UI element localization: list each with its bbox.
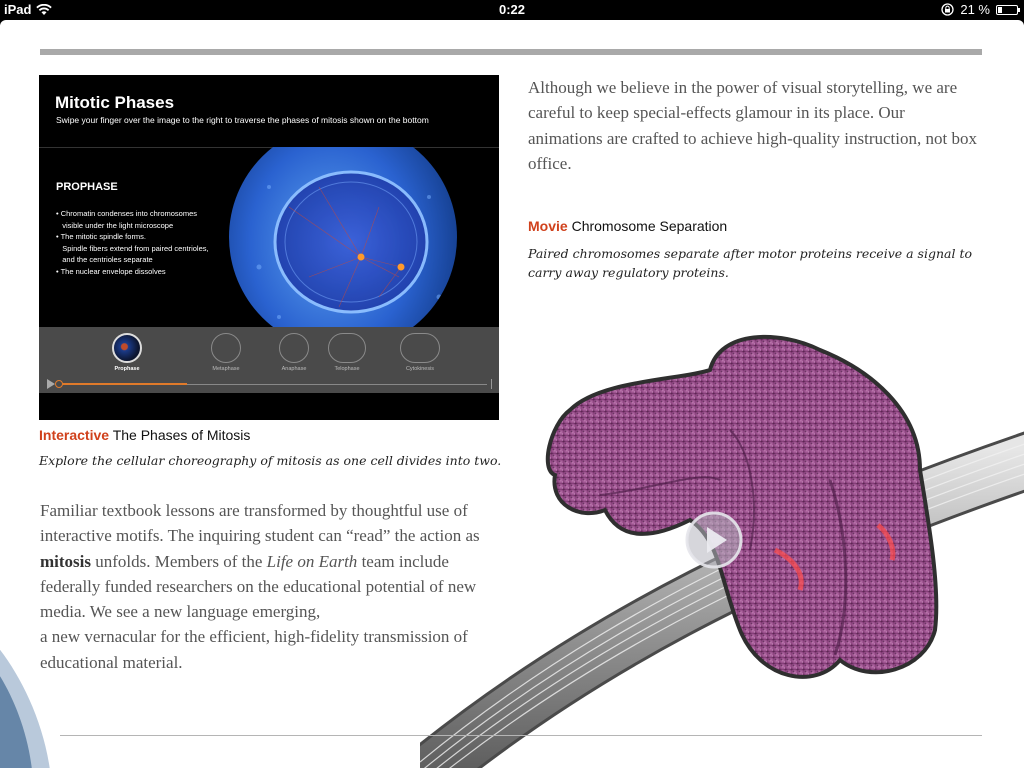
clock: 0:22 [498,2,526,17]
phase-tab-label: Metaphase [212,366,240,372]
play-icon[interactable] [47,379,55,389]
current-phase-name: PROPHASE [56,181,118,193]
text-run: a new vernacular for the efficient, high… [40,627,468,672]
metaphase-icon [211,333,241,363]
battery-icon [996,4,1020,15]
scrub-progress [59,383,187,385]
rotation-lock-icon [941,3,955,16]
caption-title: The Phases of Mitosis [112,427,251,443]
phase-point: visible under the light microscope [56,220,174,230]
phase-point: Spindle fibers extend from paired centri… [56,243,209,253]
phase-tab-anaphase[interactable]: Anaphase [269,333,319,372]
caption-keyword: Interactive [39,427,110,443]
scrub-handle[interactable] [55,380,63,388]
phase-point: • Chromatin condenses into chromosomes [56,209,198,218]
prophase-icon [112,333,142,363]
battery-percent: 21 % [960,2,990,17]
phase-tab-telophase[interactable]: Telophase [322,333,372,372]
italic-title: Life on Earth [266,551,358,571]
status-right: 21 % [941,2,1020,17]
phase-point: • The mitotic spindle forms. [56,232,147,241]
phase-description: • Chromatin condenses into chromosomes v… [56,208,209,277]
book-page[interactable]: Mitotic Phases Swipe your finger over th… [0,20,1024,768]
phase-point: and the centrioles separate [56,255,153,264]
movie-caption-heading: Movie Chromosome Separation [528,218,727,234]
text-run: unfolds. Members of the [91,551,267,571]
top-rule [40,49,982,55]
caption-keyword: Movie [528,218,568,234]
bottom-rule [60,735,982,736]
phase-tab-prophase[interactable]: Prophase [102,333,152,372]
widget-subtitle: Swipe your finger over the image to the … [56,115,429,125]
phase-tab-label: Anaphase [281,366,307,372]
battery-fill [998,6,1002,13]
anaphase-icon [279,333,309,363]
widget-title: Mitotic Phases [55,93,175,112]
caption-title: Chromosome Separation [571,218,728,234]
bold-term: mitosis [40,551,91,571]
movie-caption-body: Paired chromosomes separate after motor … [528,246,972,280]
phase-tab-label: Telophase [334,366,360,372]
status-bar: iPad 0:22 21 % [0,0,1024,20]
text-run: Familiar textbook lessons are transforme… [40,501,480,546]
interactive-caption-heading: Interactive The Phases of Mitosis [39,427,250,443]
phase-point: • The nuclear envelope dissolves [56,266,166,276]
movie-play-button[interactable] [684,510,744,570]
telophase-icon [328,333,366,363]
phase-tab-label: Prophase [114,366,140,372]
phase-tab-metaphase[interactable]: Metaphase [201,333,251,372]
right-body-paragraph: Although we believe in the power of visu… [528,78,977,173]
decorative-cell-edge [0,649,50,768]
